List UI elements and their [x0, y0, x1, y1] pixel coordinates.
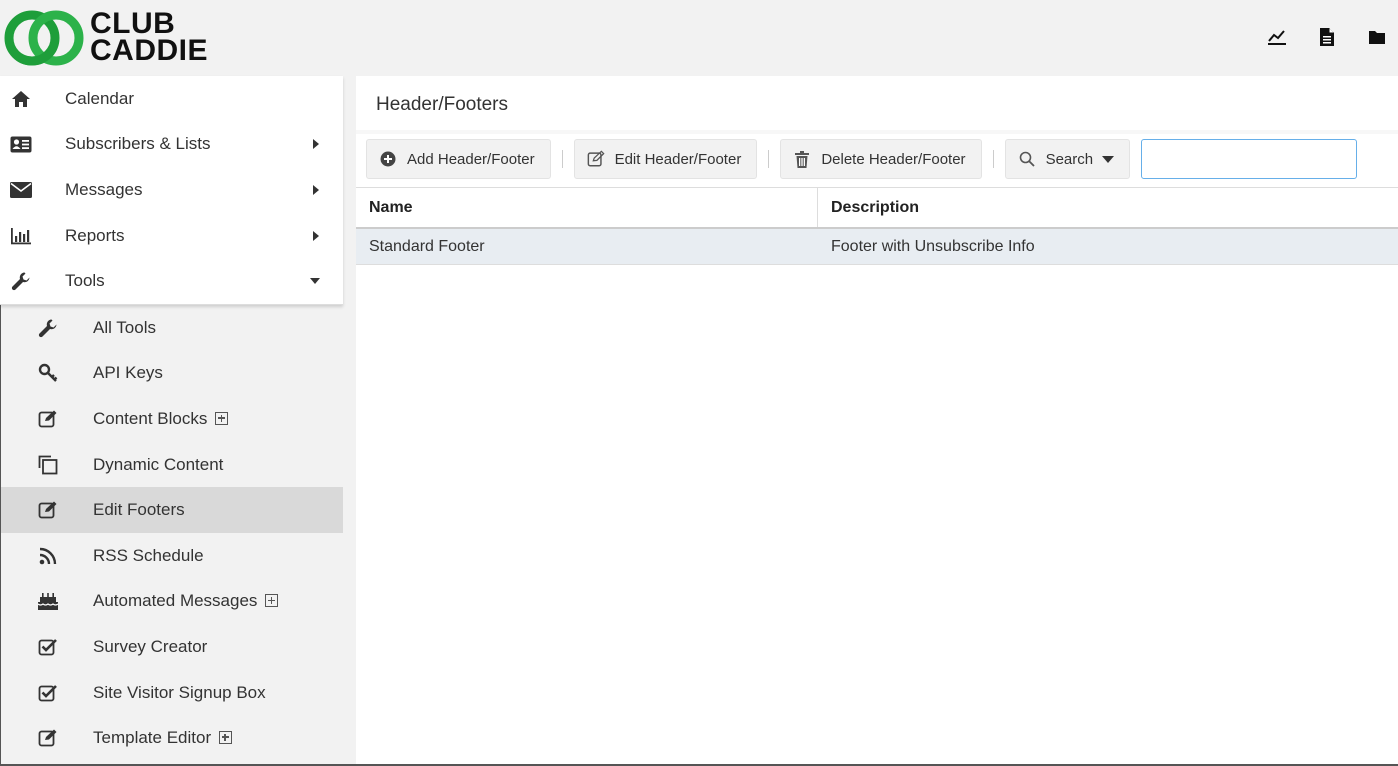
top-bar: CLUB CADDIE	[0, 0, 1398, 76]
sidebar-item-site-visitor-signup-box[interactable]: Site Visitor Signup Box	[0, 670, 343, 716]
rss-icon	[36, 546, 60, 566]
sidebar-item-label-group: Automated Messages	[93, 591, 279, 611]
folder-icon[interactable]	[1366, 26, 1388, 48]
search-icon	[1018, 150, 1036, 168]
sidebar: Calendar Subscribers & Lists Messages Re…	[0, 76, 343, 766]
sidebar-item-label: Site Visitor Signup Box	[93, 682, 266, 702]
table-row[interactable]: Standard Footer Footer with Unsubscribe …	[356, 229, 1398, 265]
sidebar-item-label: API Keys	[93, 363, 163, 383]
sidebar-item-label: Survey Creator	[93, 636, 208, 656]
sidebar-item-label: Template Editor	[93, 728, 212, 748]
wrench-icon	[9, 271, 33, 291]
home-icon	[9, 89, 33, 109]
checkbox-icon	[36, 637, 60, 657]
search-input[interactable]	[1141, 139, 1358, 179]
chevron-down-icon	[310, 278, 320, 285]
edit-button-label: Edit Header/Footer	[614, 150, 742, 168]
sidebar-tools-submenu: All Tools API Keys Content Blocks Dynami…	[0, 305, 343, 761]
trash-icon	[793, 150, 811, 168]
copy-icon	[36, 455, 60, 475]
sidebar-item-all-tools[interactable]: All Tools	[0, 305, 343, 351]
sidebar-item-label: Content Blocks	[93, 408, 208, 428]
top-icons	[1266, 26, 1388, 48]
sidebar-item-api-keys[interactable]: API Keys	[0, 351, 343, 397]
search-button-label: Search	[1045, 150, 1094, 168]
sidebar-item-automated-messages[interactable]: Automated Messages	[0, 579, 343, 625]
club-caddie-logo[interactable]: CLUB CADDIE	[4, 6, 224, 70]
expand-plus-icon[interactable]	[219, 731, 233, 745]
sidebar-item-tools[interactable]: Tools	[0, 258, 343, 304]
sidebar-item-survey-creator[interactable]: Survey Creator	[0, 624, 343, 670]
add-header-footer-button[interactable]: Add Header/Footer	[366, 139, 551, 179]
search-dropdown-button[interactable]: Search	[1004, 139, 1131, 179]
toolbar-separator	[768, 150, 770, 168]
header-footer-table: Name Description Standard Footer Footer …	[356, 187, 1398, 265]
chevron-right-icon	[313, 139, 319, 150]
chevron-right-icon	[313, 184, 319, 195]
logo-line-1: CLUB	[90, 7, 176, 40]
sidebar-item-label-group: Template Editor	[93, 728, 233, 748]
sidebar-item-label: Messages	[65, 179, 143, 199]
page-title: Header/Footers	[376, 94, 509, 115]
sidebar-item-rss-schedule[interactable]: RSS Schedule	[0, 533, 343, 579]
edit-icon	[36, 500, 60, 520]
sidebar-item-dynamic-content[interactable]: Dynamic Content	[0, 442, 343, 488]
sidebar-item-label: RSS Schedule	[93, 545, 204, 565]
sidebar-item-content-blocks[interactable]: Content Blocks	[0, 396, 343, 442]
sidebar-item-label: Reports	[65, 225, 125, 245]
expand-plus-icon[interactable]	[265, 594, 279, 608]
envelope-icon	[9, 180, 33, 200]
logo-line-2: CADDIE	[90, 34, 209, 67]
sidebar-item-label: Tools	[65, 271, 105, 291]
bar-chart-icon	[9, 226, 33, 246]
sidebar-item-subscribers[interactable]: Subscribers & Lists	[0, 122, 343, 168]
sidebar-item-reports[interactable]: Reports	[0, 213, 343, 259]
sidebar-item-label: Subscribers & Lists	[65, 134, 211, 154]
column-header-description[interactable]: Description	[818, 188, 1398, 227]
expand-plus-icon[interactable]	[215, 411, 229, 425]
caret-down-icon	[1102, 155, 1115, 163]
document-icon[interactable]	[1316, 26, 1338, 48]
sidebar-item-label: All Tools	[93, 317, 156, 337]
sidebar-item-edit-footers[interactable]: Edit Footers	[0, 487, 343, 533]
edit-icon	[36, 728, 60, 748]
checkbox-icon	[36, 683, 60, 703]
sidebar-item-label-group: Content Blocks	[93, 408, 229, 429]
cake-icon	[36, 591, 60, 611]
edit-icon	[587, 150, 605, 168]
toolbar: Add Header/Footer Edit Header/Footer Del…	[366, 139, 1358, 179]
edit-header-footer-button[interactable]: Edit Header/Footer	[573, 139, 758, 179]
sidebar-item-label: Calendar	[65, 88, 134, 108]
sidebar-item-label: Dynamic Content	[93, 454, 224, 474]
title-divider	[356, 130, 1398, 134]
main-panel: Header/Footers Add Header/Footer Edit He…	[356, 76, 1398, 766]
edit-icon	[36, 409, 60, 429]
delete-header-footer-button[interactable]: Delete Header/Footer	[780, 139, 982, 179]
toolbar-separator	[561, 150, 563, 168]
sidebar-item-calendar[interactable]: Calendar	[0, 76, 343, 122]
sidebar-item-messages[interactable]: Messages	[0, 167, 343, 213]
add-button-label: Add Header/Footer	[407, 150, 535, 168]
chevron-right-icon	[313, 230, 319, 241]
cell-description: Footer with Unsubscribe Info	[831, 237, 1035, 255]
logo-text: CLUB CADDIE	[90, 7, 209, 67]
table-header: Name Description	[356, 187, 1398, 229]
sidebar-item-label: Edit Footers	[93, 500, 185, 520]
logo-rings-icon	[4, 10, 84, 66]
line-chart-icon[interactable]	[1266, 26, 1288, 48]
key-icon	[36, 363, 60, 383]
column-header-name[interactable]: Name	[356, 188, 818, 227]
wrench-icon	[36, 318, 60, 338]
toolbar-separator	[992, 150, 994, 168]
sidebar-main-nav: Calendar Subscribers & Lists Messages Re…	[0, 76, 343, 305]
sidebar-item-label: Automated Messages	[93, 591, 258, 611]
plus-circle-icon	[379, 150, 397, 168]
cell-name: Standard Footer	[369, 237, 485, 255]
sidebar-item-template-editor[interactable]: Template Editor	[0, 715, 343, 761]
delete-button-label: Delete Header/Footer	[821, 150, 966, 168]
contact-card-icon	[9, 134, 33, 154]
